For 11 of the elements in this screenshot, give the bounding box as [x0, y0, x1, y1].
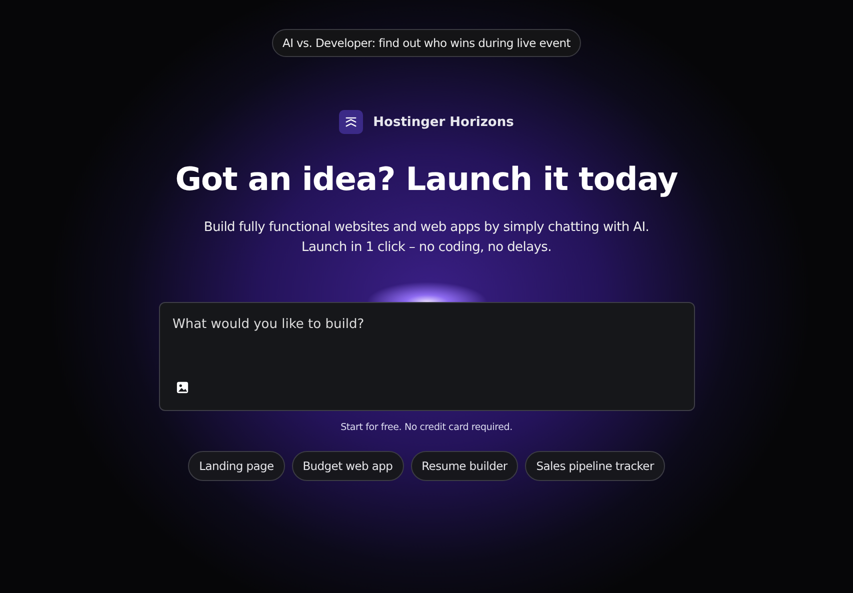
subtitle: Build fully functional websites and web apps by simply chatting with AI. Launch in 1 click – no coding, no delays. [204, 219, 650, 257]
suggestion-chip[interactable]: Landing page [188, 451, 285, 481]
announcement-link[interactable]: AI vs. Developer: find out who wins during live event [272, 29, 582, 57]
logo-icon [339, 110, 364, 134]
suggestion-chip[interactable]: Resume builder [410, 451, 518, 481]
note-text: Start for free. No credit card required. [340, 422, 512, 433]
prompt-field[interactable]: What would you like to build? [158, 302, 694, 411]
brand-name: Hostinger Horizons [373, 114, 514, 130]
headline: Got an idea? Launch it today [175, 160, 678, 198]
suggestion-chip[interactable]: Sales pipeline tracker [525, 451, 665, 481]
suggestion-chip[interactable]: Budget web app [292, 451, 404, 481]
